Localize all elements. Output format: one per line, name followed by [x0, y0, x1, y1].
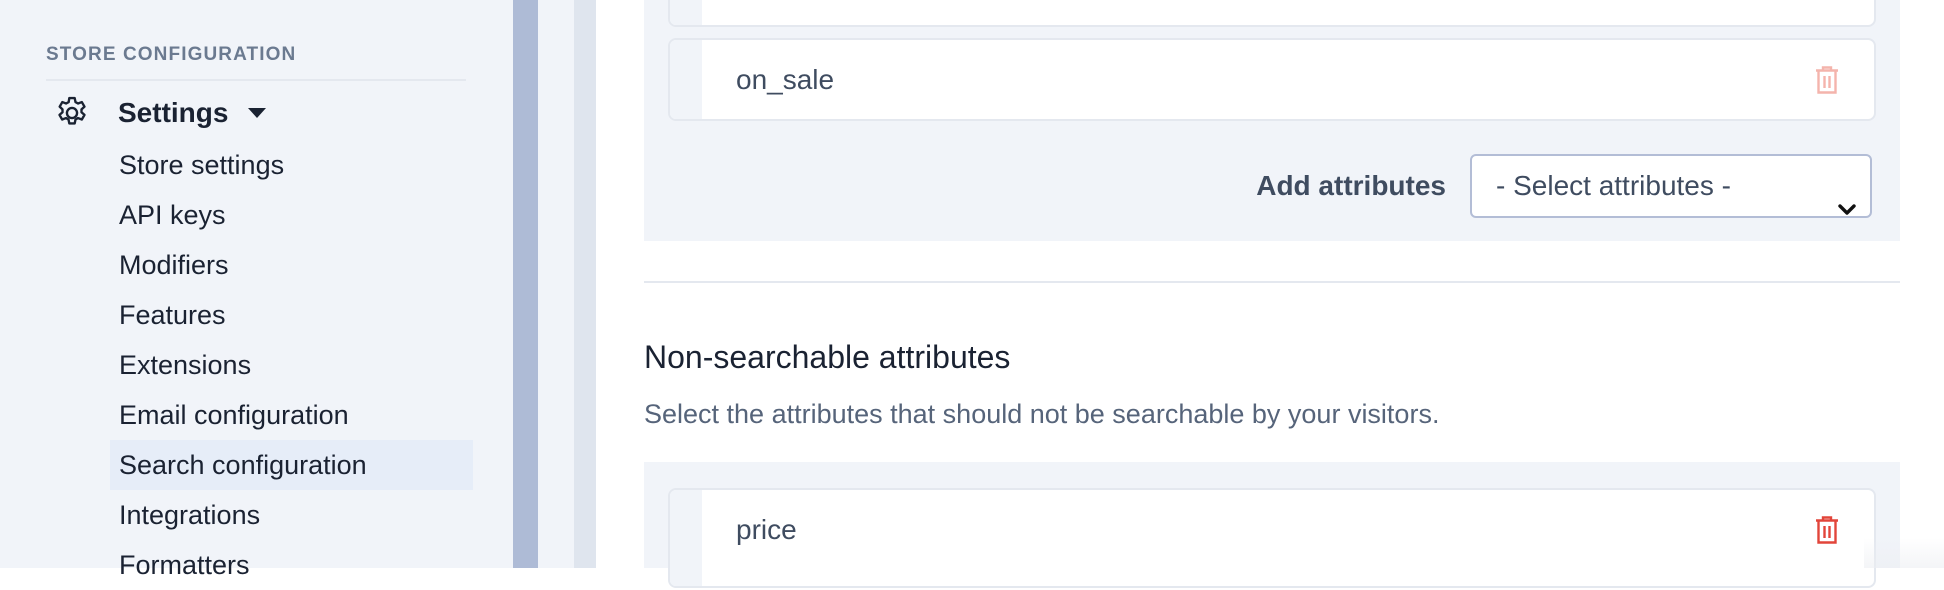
sidebar-item-extensions[interactable]: Extensions — [110, 340, 473, 390]
drag-handle[interactable] — [670, 490, 702, 586]
select-attributes-dropdown[interactable]: - Select attributes - — [1470, 154, 1872, 218]
attribute-card: on_sale — [668, 38, 1876, 121]
add-attributes-row: Add attributes - Select attributes - — [1256, 154, 1872, 218]
main-content: on_sale Add attributes - Select attribut… — [596, 0, 1944, 588]
sidebar-item-search-configuration[interactable]: Search configuration — [110, 440, 473, 490]
searchable-attributes-panel: on_sale Add attributes - Select attribut… — [644, 0, 1900, 241]
sidebar-item-formatters[interactable]: Formatters — [110, 540, 473, 590]
drag-handle[interactable] — [670, 40, 702, 119]
sidebar-item-features[interactable]: Features — [110, 290, 473, 340]
non-searchable-description: Select the attributes that should not be… — [644, 399, 1440, 429]
non-searchable-heading: Non-searchable attributes — [644, 339, 1011, 375]
section-label: STORE CONFIGURATION — [46, 44, 297, 65]
section-divider — [644, 281, 1900, 283]
attribute-card: price — [668, 488, 1876, 588]
section-divider — [46, 79, 466, 81]
trash-icon[interactable] — [1814, 65, 1840, 95]
sidebar-item-store-settings[interactable]: Store settings — [110, 140, 473, 190]
attribute-name: on_sale — [736, 64, 835, 95]
sidebar-item-modifiers[interactable]: Modifiers — [110, 240, 473, 290]
gear-icon — [52, 93, 92, 133]
select-attributes-value: - Select attributes - — [1496, 170, 1731, 201]
settings-submenu: Store settings API keys Modifiers Featur… — [110, 140, 473, 590]
corner-shadow — [1864, 538, 1944, 568]
sidebar-scrollbar[interactable] — [513, 0, 538, 568]
caret-down-icon — [248, 108, 267, 118]
attribute-name: price — [736, 514, 797, 545]
sidebar-item-email-configuration[interactable]: Email configuration — [110, 390, 473, 440]
trash-icon[interactable] — [1814, 515, 1840, 545]
settings-menu-toggle[interactable]: Settings — [52, 92, 267, 134]
sidebar-item-integrations[interactable]: Integrations — [110, 490, 473, 540]
sidebar: STORE CONFIGURATION Settings Store setti… — [0, 0, 513, 580]
sidebar-item-api-keys[interactable]: API keys — [110, 190, 473, 240]
settings-label: Settings — [118, 97, 229, 128]
panel-divider — [574, 0, 596, 568]
sidebar-gutter — [538, 0, 574, 568]
non-searchable-attributes-panel: price — [644, 462, 1900, 588]
chevron-down-icon — [1838, 178, 1856, 238]
attribute-card — [668, 0, 1876, 27]
drag-handle[interactable] — [670, 0, 702, 25]
add-attributes-label: Add attributes — [1256, 170, 1446, 201]
